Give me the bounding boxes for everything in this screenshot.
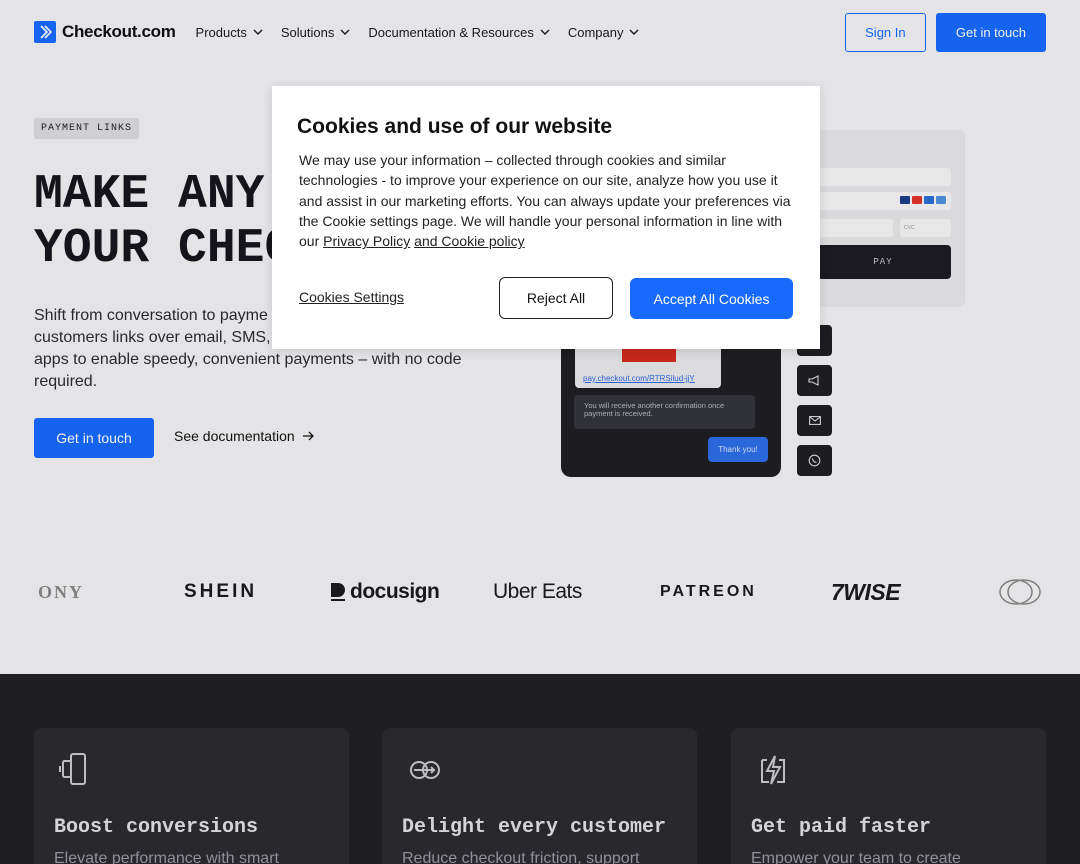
customer-logos: ONY SHEIN docusign Uber Eats PATREON 7WI… (0, 570, 1080, 614)
cookies-settings-link[interactable]: Cookies Settings (299, 289, 404, 305)
checkout-logo-icon (34, 21, 56, 43)
shein-logo: SHEIN (184, 581, 258, 602)
see-documentation-label: See documentation (174, 428, 295, 444)
hero-description-line: required. (34, 373, 98, 390)
header-get-in-touch-button[interactable]: Get in touch (935, 12, 1046, 52)
pay-button-illustration: PAY (815, 245, 951, 279)
feature-card: Get paid faster Empower your team to cre… (731, 728, 1046, 864)
expiry-field (815, 219, 893, 237)
reject-all-button[interactable]: Reject All (499, 277, 613, 319)
feature-title: Delight every customer (402, 816, 667, 839)
sony-logo: ONY (38, 581, 84, 602)
feature-description: Empower your team to create (751, 850, 961, 864)
docusign-text: docusign (350, 580, 440, 603)
site-header: Checkout.com Products Solutions Document… (0, 0, 1080, 64)
devices-icon (59, 753, 86, 785)
logo[interactable]: Checkout.com (34, 21, 176, 43)
feature-title: Boost conversions (54, 816, 259, 839)
docusign-mark-icon (331, 583, 345, 601)
feature-description: Reduce checkout friction, support (402, 850, 640, 864)
card-brand-icon (924, 196, 934, 204)
chevron-down-icon (540, 29, 550, 36)
nav-documentation[interactable]: Documentation & Resources (368, 24, 550, 40)
hero-description-line: customers links over email, SMS, (34, 329, 271, 346)
patreon-logo: PATREON (660, 583, 757, 600)
cookie-dialog-body: We may use your information – collected … (299, 150, 799, 251)
nav-solutions[interactable]: Solutions (281, 25, 350, 40)
see-documentation-link[interactable]: See documentation (174, 428, 315, 444)
nav-products-label: Products (195, 24, 247, 40)
confirmation-message: You will receive another confirmation on… (574, 395, 755, 429)
chevron-down-icon (629, 29, 639, 36)
feature-description: Elevate performance with smart (54, 850, 279, 864)
partial-brand-logo (998, 570, 1044, 614)
link-arrows-icon (410, 761, 440, 779)
card-brand-icons (900, 196, 946, 204)
megaphone-icon (797, 365, 832, 396)
lightning-icon (761, 755, 785, 785)
card-name-field (815, 168, 951, 186)
payment-link-text: pay.checkout.com/RTRSilud-jjY (583, 374, 695, 383)
cookie-policy-link[interactable]: and Cookie policy (414, 233, 525, 249)
hero-tag: PAYMENT LINKS (34, 118, 140, 139)
hero-description-line: Shift from conversation to payme (34, 307, 268, 324)
card-brand-icon (912, 196, 922, 204)
cookie-dialog-title: Cookies and use of our website (297, 115, 613, 138)
chevron-down-icon (253, 29, 263, 36)
docusign-logo: docusign (329, 570, 440, 614)
feature-card: Delight every customer Reduce checkout f… (382, 728, 697, 864)
feature-title: Get paid faster (751, 816, 932, 839)
cvc-field: CVC (900, 219, 951, 237)
wise-logo: 7WISE (831, 578, 901, 605)
nav-solutions-label: Solutions (280, 24, 335, 40)
accept-all-cookies-button[interactable]: Accept All Cookies (630, 278, 793, 319)
feature-card: Boost conversions Elevate performance wi… (34, 728, 349, 864)
hero-get-in-touch-button[interactable]: Get in touch (34, 418, 154, 458)
main-nav: Products Solutions Documentation & Resou… (196, 25, 640, 40)
nav-company-label: Company (567, 24, 624, 40)
mail-icon (797, 405, 832, 436)
product-image (622, 348, 676, 362)
nav-company[interactable]: Company (568, 25, 640, 40)
chevron-down-icon (340, 29, 350, 36)
sign-in-button[interactable]: Sign In (844, 12, 926, 52)
nav-products[interactable]: Products (196, 25, 263, 40)
nav-documentation-label: Documentation & Resources (368, 24, 534, 40)
arrow-right-icon (302, 431, 314, 441)
reply-message: Thank you! (708, 437, 768, 462)
header-actions: Sign In Get in touch (844, 12, 1046, 52)
uber-eats-logo: Uber Eats (493, 580, 582, 603)
whatsapp-icon (797, 445, 832, 476)
logo-text: Checkout.com (62, 22, 176, 41)
privacy-policy-link[interactable]: Privacy Policy (323, 233, 410, 249)
hero-description-line: apps to enable speedy, convenient paymen… (34, 351, 462, 368)
card-brand-icon (900, 196, 910, 204)
card-brand-icon (936, 196, 946, 204)
cvc-placeholder: CVC (904, 225, 915, 231)
cookie-consent-dialog: Cookies and use of our website We may us… (272, 86, 820, 349)
